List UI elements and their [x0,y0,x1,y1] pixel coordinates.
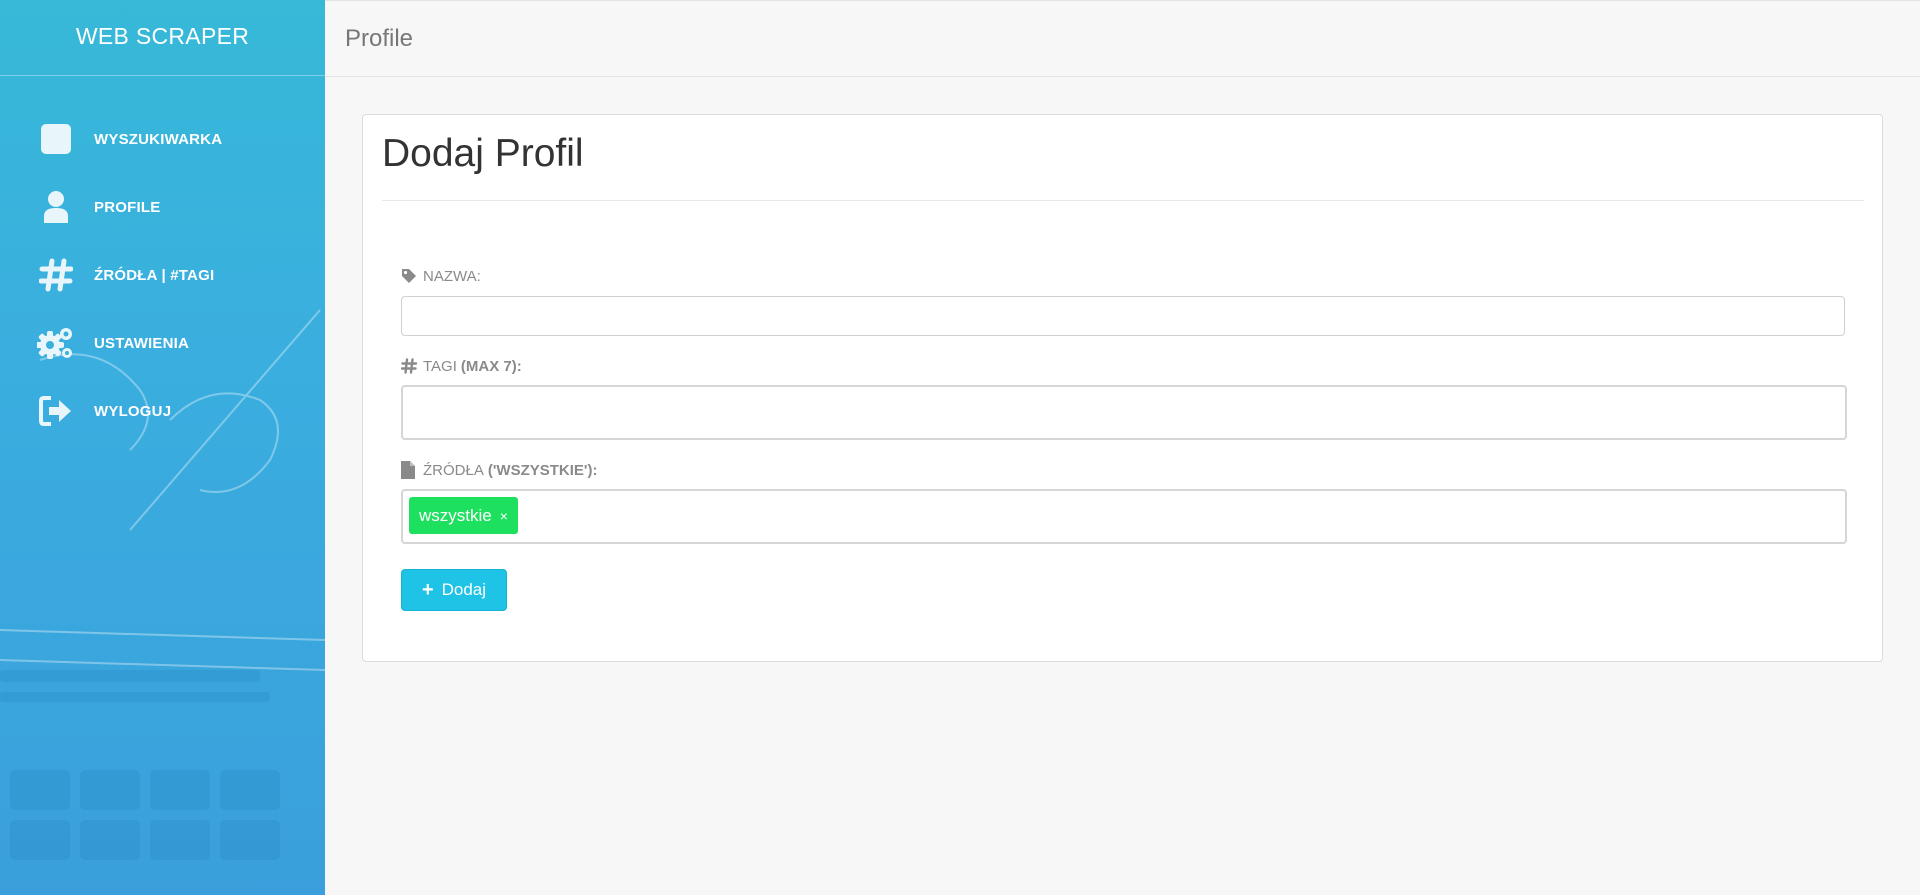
hash-icon [401,357,417,375]
sidebar-nav: WYSZUKIWARKA PROFILE ŹRÓDŁA | #TAGI USTA… [0,105,325,445]
top-header: Profile [325,0,1920,77]
card-title: Dodaj Profil [382,132,584,175]
add-profile-card: Dodaj Profil NAZWA: TAGI (MAX 7): ŹRÓDŁA… [362,114,1883,662]
sources-input[interactable]: wszystkie × [401,489,1847,544]
logout-icon [36,391,76,431]
add-button-label: Dodaj [441,580,487,599]
hash-icon [36,255,76,295]
chip-remove-icon[interactable]: × [500,508,508,524]
sidebar: WEB SCRAPER WYSZUKIWARKA PROFILE ŹRÓDŁA … [0,0,325,895]
gears-icon [36,323,76,363]
form-actions: + Dodaj [401,569,1847,611]
sidebar-item-zrodla-tagi[interactable]: ŹRÓDŁA | #TAGI [0,241,325,309]
sidebar-item-label: USTAWIENIA [94,334,190,352]
sidebar-item-label: PROFILE [94,198,161,216]
user-icon [36,187,76,227]
sources-label-text: ŹRÓDŁA [423,461,484,479]
tags-label-max: (MAX 7): [460,357,522,375]
sidebar-item-label: ŹRÓDŁA | #TAGI [94,266,215,284]
sidebar-item-profile[interactable]: PROFILE [0,173,325,241]
brand-title[interactable]: WEB SCRAPER [0,0,325,76]
source-chip-label: wszystkie [419,505,492,525]
plus-icon: + [421,578,434,601]
sidebar-item-label: WYSZUKIWARKA [94,130,223,148]
tags-label-text: TAGI [423,357,457,375]
sources-label-all: ('WSZYSTKIE'): [487,461,598,479]
source-chip: wszystkie × [409,497,518,534]
sidebar-item-wyloguj[interactable]: WYLOGUJ [0,377,325,445]
divider [382,200,1864,201]
add-profile-form: NAZWA: TAGI (MAX 7): ŹRÓDŁA ('WSZYSTKIE'… [401,265,1847,611]
page-title: Profile [345,25,414,52]
name-input[interactable] [401,296,1845,336]
name-label-text: NAZWA: [423,267,481,285]
tag-icon [401,267,417,285]
sources-label: ŹRÓDŁA ('WSZYSTKIE'): [401,459,1847,481]
name-label: NAZWA: [401,265,1847,287]
file-icon [401,461,417,479]
tags-label: TAGI (MAX 7): [401,355,1847,377]
sidebar-item-label: WYLOGUJ [94,402,172,420]
add-button[interactable]: + Dodaj [401,569,507,611]
sidebar-item-wyszukiwarka[interactable]: WYSZUKIWARKA [0,105,325,173]
tags-input[interactable] [401,385,1847,440]
square-icon [36,119,76,159]
sidebar-item-ustawienia[interactable]: USTAWIENIA [0,309,325,377]
